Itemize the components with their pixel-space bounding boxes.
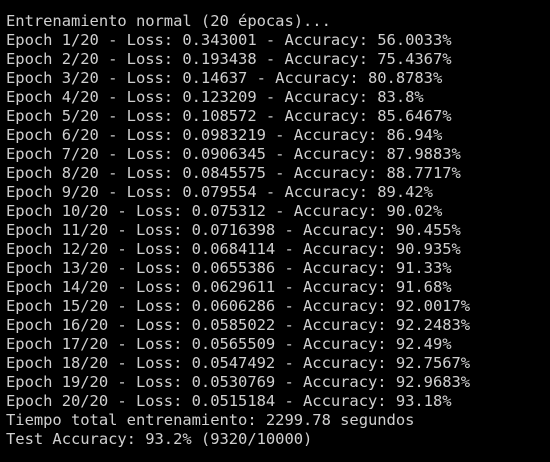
epoch-line-1: Epoch 1/20 - Loss: 0.343001 - Accuracy: …: [6, 31, 452, 49]
terminal-output[interactable]: Entrenamiento normal (20 épocas)... Epoc…: [0, 0, 550, 462]
epoch-line-17: Epoch 17/20 - Loss: 0.0565509 - Accuracy…: [6, 335, 452, 353]
epoch-line-3: Epoch 3/20 - Loss: 0.14637 - Accuracy: 8…: [6, 69, 443, 87]
epoch-line-20: Epoch 20/20 - Loss: 0.0515184 - Accuracy…: [6, 392, 452, 410]
epoch-line-10: Epoch 10/20 - Loss: 0.075312 - Accuracy:…: [6, 202, 443, 220]
test-accuracy-line: Test Accuracy: 93.2% (9320/10000): [6, 430, 313, 448]
epoch-line-18: Epoch 18/20 - Loss: 0.0547492 - Accuracy…: [6, 354, 471, 372]
epoch-line-6: Epoch 6/20 - Loss: 0.0983219 - Accuracy:…: [6, 126, 443, 144]
epoch-line-16: Epoch 16/20 - Loss: 0.0585022 - Accuracy…: [6, 316, 471, 334]
epoch-line-13: Epoch 13/20 - Loss: 0.0655386 - Accuracy…: [6, 259, 452, 277]
epoch-line-11: Epoch 11/20 - Loss: 0.0716398 - Accuracy…: [6, 221, 461, 239]
epoch-line-8: Epoch 8/20 - Loss: 0.0845575 - Accuracy:…: [6, 164, 461, 182]
total-time-line: Tiempo total entrenamiento: 2299.78 segu…: [6, 411, 415, 429]
epoch-line-12: Epoch 12/20 - Loss: 0.0684114 - Accuracy…: [6, 240, 461, 258]
epoch-line-15: Epoch 15/20 - Loss: 0.0606286 - Accuracy…: [6, 297, 471, 315]
epoch-line-19: Epoch 19/20 - Loss: 0.0530769 - Accuracy…: [6, 373, 471, 391]
epoch-line-2: Epoch 2/20 - Loss: 0.193438 - Accuracy: …: [6, 50, 452, 68]
header-line: Entrenamiento normal (20 épocas)...: [6, 12, 331, 30]
epoch-line-14: Epoch 14/20 - Loss: 0.0629611 - Accuracy…: [6, 278, 452, 296]
epoch-line-4: Epoch 4/20 - Loss: 0.123209 - Accuracy: …: [6, 88, 424, 106]
epoch-line-9: Epoch 9/20 - Loss: 0.079554 - Accuracy: …: [6, 183, 433, 201]
epoch-line-7: Epoch 7/20 - Loss: 0.0906345 - Accuracy:…: [6, 145, 461, 163]
epoch-line-5: Epoch 5/20 - Loss: 0.108572 - Accuracy: …: [6, 107, 452, 125]
